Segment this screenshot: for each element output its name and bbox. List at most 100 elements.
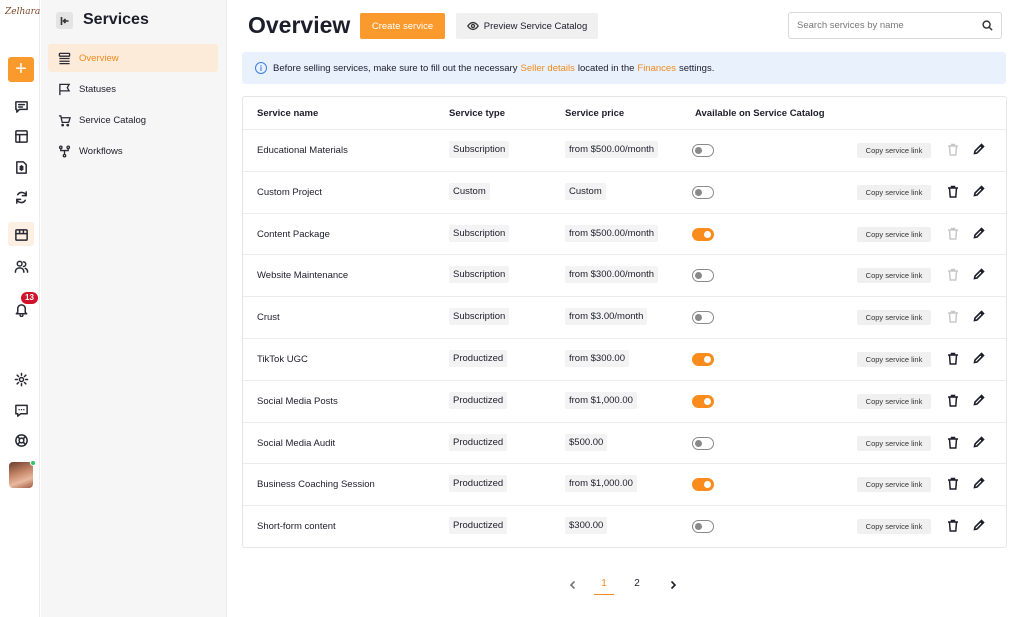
- service-name[interactable]: Social Media Posts: [257, 396, 338, 407]
- preview-catalog-button[interactable]: Preview Service Catalog: [456, 13, 598, 39]
- catalog-availability-toggle[interactable]: [692, 394, 714, 408]
- copy-service-link-button[interactable]: Copy service link: [857, 393, 931, 409]
- pencil-icon[interactable]: [973, 310, 986, 324]
- service-type-chip: Productized: [449, 475, 508, 493]
- search-input[interactable]: [789, 13, 969, 38]
- copy-service-link-button[interactable]: Copy service link: [857, 184, 931, 200]
- service-name[interactable]: Crust: [257, 312, 280, 323]
- seller-details-link[interactable]: Seller details: [520, 63, 574, 74]
- column-header-available[interactable]: Available on Service Catalog: [695, 108, 825, 119]
- nav-item-statuses[interactable]: Statuses: [48, 75, 218, 103]
- service-name[interactable]: TikTok UGC: [257, 354, 308, 365]
- catalog-availability-toggle[interactable]: [692, 185, 714, 199]
- copy-service-link-button[interactable]: Copy service link: [857, 310, 931, 326]
- finances-link[interactable]: Finances: [637, 63, 676, 74]
- brand-logo[interactable]: Zelhara: [5, 7, 40, 35]
- service-name[interactable]: Social Media Audit: [257, 438, 335, 449]
- store-icon[interactable]: [8, 222, 34, 246]
- main-content: Overview Create service Preview Service …: [228, 0, 1023, 617]
- table-row: Social Media Posts Productized from $1,000…: [243, 379, 1006, 422]
- column-header-type[interactable]: Service type: [449, 108, 505, 119]
- catalog-availability-toggle[interactable]: [692, 353, 714, 366]
- trash-icon[interactable]: [947, 352, 960, 366]
- online-status-dot: [30, 460, 36, 466]
- trash-icon[interactable]: [947, 477, 960, 491]
- service-price-chip: Custom: [565, 182, 606, 200]
- page-number[interactable]: 1: [594, 578, 614, 595]
- nav-item-workflows[interactable]: Workflows: [48, 137, 218, 165]
- pencil-icon[interactable]: [973, 268, 986, 282]
- trash-icon[interactable]: [947, 519, 960, 533]
- pencil-icon[interactable]: [973, 394, 986, 408]
- table-row: Content Package Subscription from $500.00/…: [243, 212, 1006, 255]
- stack-icon: [58, 52, 71, 64]
- info-notice: i Before selling services, make sure to …: [242, 52, 1006, 84]
- search-icon[interactable]: [982, 20, 993, 31]
- service-name[interactable]: Short-form content: [257, 521, 336, 532]
- trash-icon: [947, 227, 960, 241]
- pencil-icon[interactable]: [973, 185, 986, 199]
- collapse-left-icon: [60, 16, 68, 25]
- lifebuoy-icon[interactable]: [8, 428, 34, 452]
- trash-icon[interactable]: [947, 394, 960, 408]
- pencil-icon[interactable]: [973, 477, 986, 491]
- chat-icon[interactable]: [8, 94, 34, 118]
- service-name[interactable]: Business Coaching Session: [257, 479, 375, 490]
- service-type-chip: Subscription: [449, 308, 510, 326]
- catalog-availability-toggle[interactable]: [692, 520, 714, 534]
- nav-item-overview[interactable]: Overview: [48, 44, 218, 72]
- catalog-availability-toggle[interactable]: [692, 478, 714, 492]
- pencil-icon[interactable]: [973, 352, 986, 366]
- logo-text: Zelhara: [5, 7, 41, 17]
- service-name[interactable]: Educational Materials: [257, 145, 348, 156]
- service-name[interactable]: Content Package: [257, 229, 330, 240]
- page-number[interactable]: 2: [627, 578, 647, 589]
- catalog-availability-toggle[interactable]: [692, 436, 714, 450]
- catalog-availability-toggle[interactable]: [692, 311, 714, 325]
- trash-icon[interactable]: [947, 185, 960, 199]
- sidebar-title: Services: [83, 11, 149, 28]
- layout-icon[interactable]: [8, 124, 34, 148]
- copy-service-link-button[interactable]: Copy service link: [857, 143, 931, 158]
- message-icon[interactable]: [8, 398, 34, 422]
- table-row: Social Media Audit Productized $500.00 Copy…: [243, 421, 1006, 464]
- services-table: Service name Service type Service price …: [242, 96, 1007, 548]
- pagination: 12: [568, 573, 688, 597]
- pencil-icon[interactable]: [973, 143, 986, 157]
- trash-icon[interactable]: [947, 436, 960, 450]
- next-page-icon[interactable]: [668, 577, 682, 591]
- copy-service-link-button[interactable]: Copy service link: [857, 268, 931, 284]
- catalog-availability-toggle[interactable]: [692, 269, 714, 283]
- invoice-icon[interactable]: [8, 155, 34, 179]
- create-service-button[interactable]: Create service: [360, 13, 445, 39]
- trash-icon: [947, 268, 960, 282]
- pencil-icon[interactable]: [973, 435, 986, 450]
- copy-service-link-button[interactable]: Copy service link: [857, 435, 931, 451]
- table-row: Short-form content Productized $300.00 Copy…: [243, 505, 1006, 547]
- table-row: TikTok UGC Productized from $300.00 Copy se…: [243, 338, 1006, 380]
- column-header-price[interactable]: Service price: [565, 108, 624, 119]
- copy-service-link-button[interactable]: Copy service link: [857, 477, 931, 493]
- copy-service-link-button[interactable]: Copy service link: [857, 519, 931, 535]
- service-name[interactable]: Website Maintenance: [257, 270, 348, 281]
- trash-icon: [947, 310, 960, 324]
- copy-service-link-button[interactable]: Copy service link: [857, 226, 931, 242]
- catalog-availability-toggle[interactable]: [692, 144, 714, 157]
- copy-service-link-button[interactable]: Copy service link: [857, 352, 931, 367]
- plus-icon[interactable]: +: [8, 57, 34, 82]
- column-header-name[interactable]: Service name: [257, 108, 318, 119]
- prev-page-icon[interactable]: [568, 577, 582, 591]
- gear-icon[interactable]: [8, 367, 34, 391]
- collapse-sidebar-button[interactable]: [56, 12, 73, 29]
- service-type-chip: Subscription: [449, 141, 510, 158]
- nav-item-service-catalog[interactable]: Service Catalog: [48, 106, 218, 134]
- pencil-icon[interactable]: [973, 519, 986, 533]
- catalog-availability-toggle[interactable]: [692, 227, 714, 241]
- users-icon[interactable]: [8, 254, 34, 278]
- preview-label: Preview Service Catalog: [483, 20, 588, 32]
- service-name[interactable]: Custom Project: [257, 187, 322, 198]
- pencil-icon[interactable]: [973, 226, 986, 241]
- avatar[interactable]: [9, 462, 33, 488]
- refresh-icon[interactable]: [8, 185, 34, 209]
- search-box: [788, 12, 1002, 39]
